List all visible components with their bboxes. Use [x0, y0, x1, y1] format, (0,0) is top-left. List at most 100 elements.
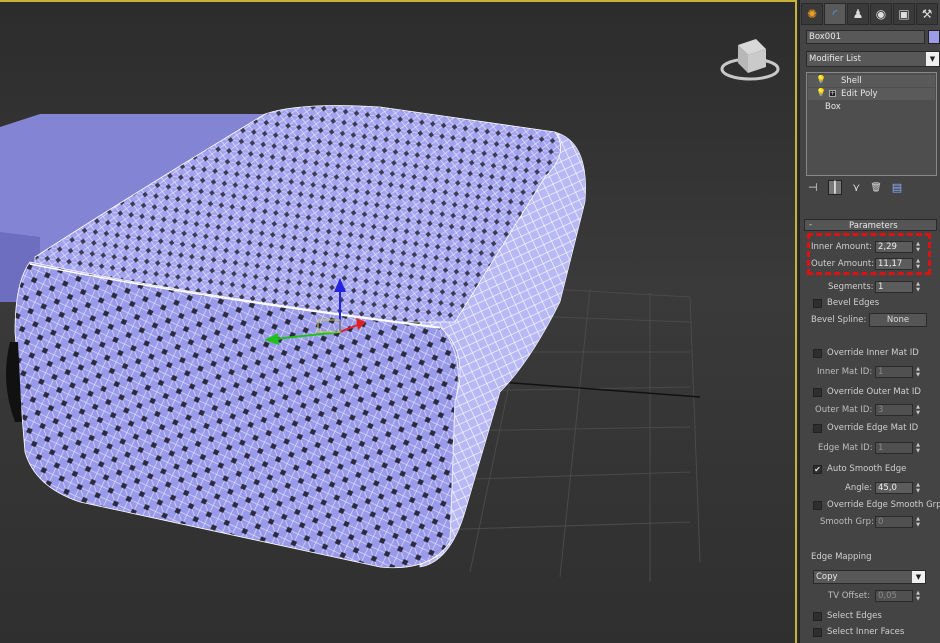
edge-mapping-dropdown[interactable]: Copy ▼ — [813, 570, 926, 584]
select-inner-checkbox[interactable] — [813, 627, 822, 637]
smooth-grp-value[interactable]: 0 — [875, 516, 913, 528]
segments-spinner[interactable]: 1 ▲ ▼ — [875, 281, 922, 293]
spinner-arrows-icon[interactable]: ▲ ▼ — [914, 366, 922, 378]
segments-row: Segments: 1 ▲ ▼ — [828, 281, 922, 293]
smooth-grp-spinner[interactable]: 0 ▲ ▼ — [875, 516, 922, 528]
override-inner-label: Override Inner Mat ID — [827, 348, 919, 358]
object-name-field[interactable]: Box001 — [806, 30, 925, 44]
spinner-arrows-icon[interactable]: ▲ ▼ — [914, 258, 922, 270]
smooth-grp-row: Smooth Grp: 0 ▲ ▼ — [820, 516, 922, 528]
override-smooth-checkbox[interactable] — [813, 500, 822, 510]
auto-smooth-checkbox[interactable]: ✔ — [813, 464, 822, 474]
auto-smooth-row: ✔ Auto Smooth Edge — [813, 464, 906, 474]
segments-value[interactable]: 1 — [875, 281, 913, 293]
command-panel-tabs: ✺ ◜ ♟ ◉ ▣ ⚒ — [800, 3, 940, 25]
make-unique-icon[interactable]: ⋎ — [852, 181, 860, 194]
motion-tab[interactable]: ◉ — [870, 3, 892, 25]
stack-toolbar: ⊣ ┃ ⋎ 🗑 ▤ — [808, 180, 902, 195]
remove-modifier-icon[interactable]: 🗑 — [870, 183, 881, 193]
angle-row: Angle: 45,0 ▲ ▼ — [845, 482, 922, 494]
hierarchy-icon: ♟ — [852, 7, 864, 21]
pin-stack-icon[interactable]: ⊣ — [808, 181, 818, 194]
inner-amount-value[interactable]: 2,29 — [875, 241, 913, 253]
outer-mat-value[interactable]: 3 — [875, 404, 913, 416]
collapse-icon: - — [809, 220, 813, 230]
edge-mapping-row: Edge Mapping — [811, 552, 872, 562]
scene-render — [0, 39, 780, 582]
outer-mat-spinner[interactable]: 3 ▲ ▼ — [875, 404, 922, 416]
override-smooth-row: Override Edge Smooth Grp — [813, 500, 940, 510]
object-color-swatch[interactable] — [928, 30, 940, 44]
outer-amount-label: Outer Amount: — [811, 259, 875, 269]
spinner-arrows-icon[interactable]: ▲ ▼ — [914, 442, 922, 454]
chevron-down-icon: ▼ — [926, 52, 939, 66]
edge-mat-spinner[interactable]: 1 ▲ ▼ — [875, 442, 922, 454]
select-edges-row: Select Edges — [813, 611, 882, 621]
spinner-arrows-icon[interactable]: ▲ ▼ — [914, 404, 922, 416]
outer-amount-spinner[interactable]: 11,17 ▲ ▼ — [875, 258, 922, 270]
select-inner-row: Select Inner Faces — [813, 627, 904, 637]
tv-offset-label: TV Offset: — [828, 591, 871, 601]
create-tab[interactable]: ✺ — [801, 3, 823, 25]
bevel-edges-row: Bevel Edges — [813, 298, 879, 308]
inner-amount-spinner[interactable]: 2,29 ▲ ▼ — [875, 241, 922, 253]
stack-item-label: Shell — [841, 76, 862, 86]
perspective-viewport[interactable] — [0, 0, 797, 643]
modifier-list-dropdown[interactable]: Modifier List ▼ — [806, 51, 940, 67]
angle-value[interactable]: 45,0 — [875, 482, 913, 494]
spinner-arrows-icon[interactable]: ▲ ▼ — [914, 281, 922, 293]
expand-plus-icon[interactable]: + — [829, 90, 836, 97]
override-inner-row: Override Inner Mat ID — [813, 348, 919, 358]
outer-amount-value[interactable]: 11,17 — [875, 258, 913, 270]
lightbulb-icon[interactable]: 💡 — [816, 88, 826, 97]
sun-icon: ✺ — [806, 7, 818, 21]
spinner-arrows-icon[interactable]: ▲ ▼ — [914, 241, 922, 253]
select-inner-label: Select Inner Faces — [827, 627, 905, 637]
bevel-edges-checkbox[interactable] — [813, 298, 822, 308]
stack-item-box[interactable]: Box — [808, 101, 935, 113]
spinner-arrows-icon[interactable]: ▲ ▼ — [914, 482, 922, 494]
inner-mat-spinner[interactable]: 1 ▲ ▼ — [875, 366, 922, 378]
tv-offset-row: TV Offset: 0,05 ▲ ▼ — [828, 590, 922, 602]
parameters-rollout-header[interactable]: - Parameters — [804, 219, 937, 231]
stack-item-edit-poly[interactable]: 💡 + Edit Poly — [808, 88, 935, 100]
override-inner-checkbox[interactable] — [813, 348, 822, 358]
rollout-title: Parameters — [849, 221, 898, 231]
edge-mat-value[interactable]: 1 — [875, 442, 913, 454]
stack-item-label: Edit Poly — [841, 89, 878, 99]
outer-mat-label: Outer Mat ID: — [815, 405, 873, 415]
smooth-grp-label: Smooth Grp: — [820, 517, 874, 527]
tv-offset-spinner[interactable]: 0,05 ▲ ▼ — [875, 590, 922, 602]
select-edges-checkbox[interactable] — [813, 611, 822, 621]
spinner-arrows-icon[interactable]: ▲ ▼ — [914, 590, 922, 602]
angle-spinner[interactable]: 45,0 ▲ ▼ — [875, 482, 922, 494]
edge-mapping-label: Edge Mapping — [811, 552, 872, 562]
modify-arc-icon: ◜ — [832, 7, 838, 21]
auto-smooth-label: Auto Smooth Edge — [827, 464, 907, 474]
configure-modifier-sets-icon[interactable]: ▤ — [892, 181, 902, 194]
override-edge-label: Override Edge Mat ID — [827, 423, 919, 433]
chevron-down-icon: ▼ — [912, 571, 925, 583]
outer-amount-row: Outer Amount: 11,17 ▲ ▼ — [811, 258, 922, 270]
utilities-tab[interactable]: ⚒ — [916, 3, 938, 25]
bevel-spline-label: Bevel Spline: — [811, 315, 867, 325]
inner-mat-row: Inner Mat ID: 1 ▲ ▼ — [817, 366, 922, 378]
tv-offset-value[interactable]: 0,05 — [875, 590, 913, 602]
stack-item-label: Box — [825, 102, 841, 112]
modify-tab[interactable]: ◜ — [824, 3, 846, 25]
override-outer-checkbox[interactable] — [813, 387, 822, 397]
modifier-list-label: Modifier List — [809, 54, 861, 64]
select-edges-label: Select Edges — [827, 611, 882, 621]
hierarchy-tab[interactable]: ♟ — [847, 3, 869, 25]
show-end-result-icon[interactable]: ┃ — [827, 180, 843, 195]
inner-mat-value[interactable]: 1 — [875, 366, 913, 378]
stack-item-shell[interactable]: 💡 Shell — [808, 75, 935, 87]
display-tab[interactable]: ▣ — [893, 3, 915, 25]
spinner-arrows-icon[interactable]: ▲ ▼ — [914, 516, 922, 528]
segments-label: Segments: — [828, 282, 874, 292]
bevel-edges-label: Bevel Edges — [827, 298, 880, 308]
lightbulb-icon[interactable]: 💡 — [816, 75, 826, 84]
bevel-spline-button[interactable]: None — [869, 313, 927, 327]
override-edge-row: Override Edge Mat ID — [813, 423, 918, 433]
override-edge-checkbox[interactable] — [813, 423, 822, 433]
